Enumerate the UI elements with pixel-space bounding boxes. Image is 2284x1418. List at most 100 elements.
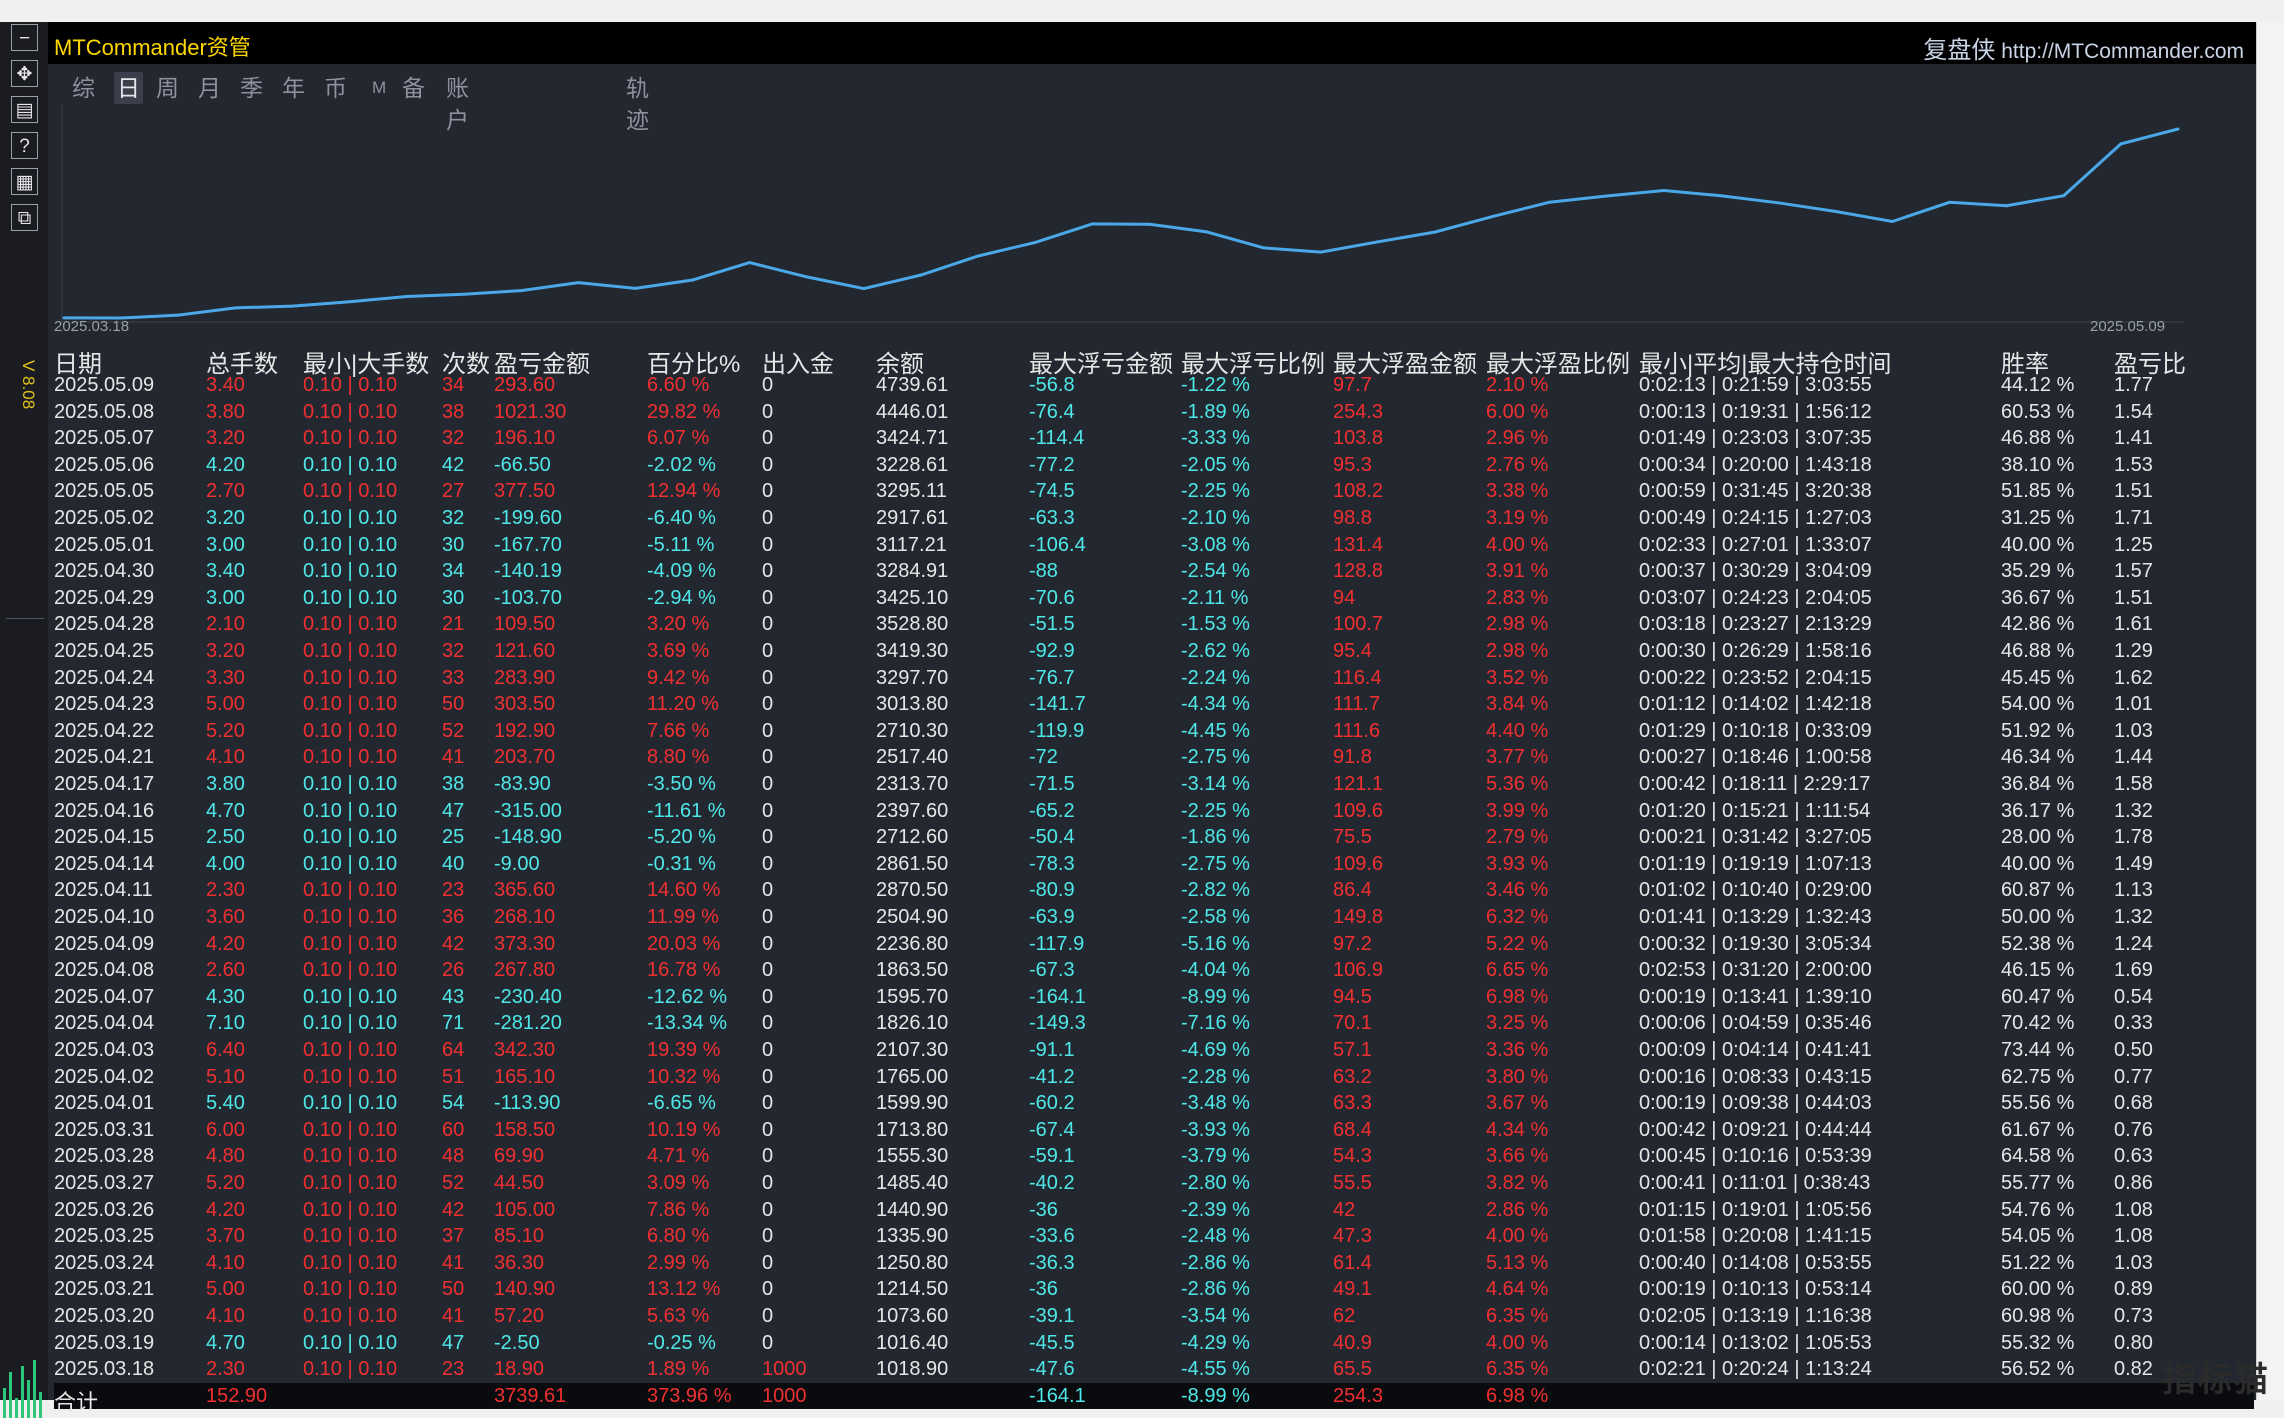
table-cell: 73.44 % xyxy=(2001,1039,2075,1061)
watermark: 指标猫 xyxy=(2162,1361,2270,1399)
list-icon[interactable]: ▤ xyxy=(11,96,38,123)
mini-bar xyxy=(21,1366,24,1418)
table-row[interactable]: 2025.03.24 4.10 0.10 | 0.10 41 36.30 2.99 % 0 1… xyxy=(54,1250,2254,1277)
table-row[interactable]: 2025.04.11 2.30 0.10 | 0.10 23 365.60 14.60 %… xyxy=(54,877,2254,904)
table-row[interactable]: 2025.04.21 4.10 0.10 | 0.10 41 203.70 8.80 % 0… xyxy=(54,744,2254,771)
table-row[interactable]: 2025.04.10 3.60 0.10 | 0.10 36 268.10 11.99 %… xyxy=(54,904,2254,931)
table-cell: -4.04 % xyxy=(1181,959,1250,982)
table-cell: -117.9 xyxy=(1029,932,1085,955)
table-row[interactable]: 2025.03.18 2.30 0.10 | 0.10 23 18.90 1.89 % 10… xyxy=(54,1356,2254,1383)
balance-point xyxy=(462,292,466,296)
table-row[interactable]: 2025.03.27 5.20 0.10 | 0.10 52 44.50 3.09 % 0 1… xyxy=(54,1170,2254,1197)
table-cell: -2.25 % xyxy=(1181,799,1250,822)
table-row[interactable]: 2025.04.02 5.10 0.10 | 0.10 51 165.10 10.32 %… xyxy=(54,1064,2254,1091)
tab-7[interactable]: M xyxy=(372,72,386,104)
table-row[interactable]: 2025.04.04 7.10 0.10 | 0.10 71 -281.20 -13.34… xyxy=(54,1010,2254,1037)
table-cell: 2397.60 xyxy=(876,799,949,822)
tab-1[interactable]: 日 xyxy=(114,72,143,104)
table-cell: 2025.04.30 xyxy=(54,560,155,583)
help-icon[interactable]: ? xyxy=(11,132,38,159)
minimize-icon[interactable]: − xyxy=(11,24,38,51)
table-row[interactable]: 2025.04.23 5.00 0.10 | 0.10 50 303.50 11.20 %… xyxy=(54,691,2254,718)
table-row[interactable]: 2025.04.07 4.30 0.10 | 0.10 43 -230.40 -12.62… xyxy=(54,984,2254,1011)
table-cell: 2025.03.21 xyxy=(54,1278,155,1301)
left-toolbar: − ✥ ▤? ▦ ⧉ V 8.08 xyxy=(0,22,49,1418)
table-cell: 2025.04.25 xyxy=(54,640,155,662)
table-row[interactable]: 2025.03.31 6.00 0.10 | 0.10 60 158.50 10.19 %… xyxy=(54,1117,2254,1144)
tab-8[interactable]: 备 xyxy=(402,72,425,104)
tab-3[interactable]: 月 xyxy=(198,72,221,104)
table-row[interactable]: 2025.04.08 2.60 0.10 | 0.10 26 267.80 16.78 %… xyxy=(54,957,2254,984)
table-row[interactable]: 2025.05.09 3.40 0.10 | 0.10 34 293.60 6.60 % 0… xyxy=(54,372,2254,399)
tab-4[interactable]: 季 xyxy=(240,72,263,104)
table-cell: 63.2 xyxy=(1333,1065,1372,1088)
tab-0[interactable]: 综 xyxy=(72,72,95,104)
table-cell: 0.10 | 0.10 xyxy=(303,1278,398,1301)
table-cell: 342.30 xyxy=(494,1039,556,1061)
table-row[interactable]: 2025.03.20 4.10 0.10 | 0.10 41 57.20 5.63 % 0 1… xyxy=(54,1303,2254,1330)
window-icon[interactable]: ⧉ xyxy=(11,204,38,231)
tab-10[interactable]: 轨迹 xyxy=(626,72,649,133)
table-row[interactable]: 2025.04.29 3.00 0.10 | 0.10 30 -103.70 -2.94 … xyxy=(54,585,2254,612)
table-cell: 0.54 xyxy=(2114,985,2153,1008)
tab-6[interactable]: 币 xyxy=(324,72,347,104)
table-cell: 45.45 % xyxy=(2001,666,2075,689)
grid-icon[interactable]: ▦ xyxy=(11,168,38,195)
table-cell: -2.05 % xyxy=(1181,453,1250,476)
balance-chart: 2025.03.18 2025.05.09 xyxy=(54,104,2202,336)
tab-5[interactable]: 年 xyxy=(282,72,305,104)
table-row[interactable]: 2025.04.30 3.40 0.10 | 0.10 34 -140.19 -4.09 … xyxy=(54,558,2254,585)
table-row[interactable]: 2025.03.19 4.70 0.10 | 0.10 47 -2.50 -0.25 % 0… xyxy=(54,1330,2254,1357)
table-row[interactable]: 2025.05.01 3.00 0.10 | 0.10 30 -167.70 -5.11 … xyxy=(54,532,2254,559)
total-cell: -164.1 xyxy=(1029,1384,1086,1407)
table-cell: 4.10 xyxy=(206,1305,245,1327)
table-cell: -88 xyxy=(1029,560,1058,583)
table-cell: 4.70 xyxy=(206,799,245,822)
table-row[interactable]: 2025.04.15 2.50 0.10 | 0.10 25 -148.90 -5.20 … xyxy=(54,824,2254,851)
tab-2[interactable]: 周 xyxy=(156,72,179,104)
table-row[interactable]: 2025.05.02 3.20 0.10 | 0.10 32 -199.60 -6.40 … xyxy=(54,505,2254,532)
table-row[interactable]: 2025.05.05 2.70 0.10 | 0.10 27 377.50 12.94 %… xyxy=(54,478,2254,505)
table-cell: 75.5 xyxy=(1333,826,1372,849)
table-row[interactable]: 2025.04.01 5.40 0.10 | 0.10 54 -113.90 -6.65 … xyxy=(54,1090,2254,1117)
table-row[interactable]: 2025.04.24 3.30 0.10 | 0.10 33 283.90 9.42 % 0… xyxy=(54,665,2254,692)
table-row[interactable]: 2025.04.09 4.20 0.10 | 0.10 42 373.30 20.03 %… xyxy=(54,931,2254,958)
table-row[interactable]: 2025.05.08 3.80 0.10 | 0.10 38 1021.30 29.82 … xyxy=(54,399,2254,426)
table-cell: 0 xyxy=(762,985,774,1008)
table-cell: 0:00:42 | 0:09:21 | 0:44:44 xyxy=(1639,1118,1872,1141)
table-cell: -0.25 % xyxy=(647,1331,716,1354)
balance-point xyxy=(1947,200,1951,204)
table-row[interactable]: 2025.04.03 6.40 0.10 | 0.10 64 342.30 19.39 %… xyxy=(54,1037,2254,1064)
move-icon[interactable]: ✥ xyxy=(11,60,38,87)
table-cell: 2025.05.06 xyxy=(54,453,155,476)
brand[interactable]: 复盘侠 http://MTCommander.com xyxy=(1923,30,2244,65)
table-cell: -119.9 xyxy=(1029,719,1085,742)
table-row[interactable]: 2025.03.28 4.80 0.10 | 0.10 48 69.90 4.71 % 0 1… xyxy=(54,1143,2254,1170)
table-row[interactable]: 2025.04.25 3.20 0.10 | 0.10 32 121.60 3.69 % 0… xyxy=(54,638,2254,665)
table-cell: 2025.04.16 xyxy=(54,799,155,822)
table-row[interactable]: 2025.04.28 2.10 0.10 | 0.10 21 109.50 3.20 % 0… xyxy=(54,611,2254,638)
brand-url[interactable]: http://MTCommander.com xyxy=(2001,40,2244,63)
table-row[interactable]: 2025.04.22 5.20 0.10 | 0.10 52 192.90 7.66 % 0… xyxy=(54,718,2254,745)
table-cell: 0.10 | 0.10 xyxy=(303,1198,398,1221)
table-cell: 2025.03.26 xyxy=(54,1198,155,1221)
table-cell: 4.71 % xyxy=(647,1145,710,1168)
table-row[interactable]: 2025.05.06 4.20 0.10 | 0.10 42 -66.50 -2.02 %… xyxy=(54,452,2254,479)
table-row[interactable]: 2025.04.14 4.00 0.10 | 0.10 40 -9.00 -0.31 % 0… xyxy=(54,851,2254,878)
table-cell: 1.44 xyxy=(2114,746,2153,769)
tab-9[interactable]: 账户 xyxy=(446,72,469,133)
table-row[interactable]: 2025.04.17 3.80 0.10 | 0.10 38 -83.90 -3.50 %… xyxy=(54,771,2254,798)
table-cell: -4.55 % xyxy=(1181,1358,1250,1381)
table-row[interactable]: 2025.03.26 4.20 0.10 | 0.10 42 105.00 7.86 % 0… xyxy=(54,1197,2254,1224)
table-row[interactable]: 2025.04.16 4.70 0.10 | 0.10 47 -315.00 -11.61… xyxy=(54,798,2254,825)
table-cell: 50.00 % xyxy=(2001,906,2075,928)
balance-point xyxy=(2176,127,2180,131)
table-cell: 0:03:18 | 0:23:27 | 2:13:29 xyxy=(1639,613,1872,636)
table-row[interactable]: 2025.03.21 5.00 0.10 | 0.10 50 140.90 13.12 %… xyxy=(54,1276,2254,1303)
table-cell: 0:01:58 | 0:20:08 | 1:41:15 xyxy=(1639,1225,1872,1248)
table-row[interactable]: 2025.03.25 3.70 0.10 | 0.10 37 85.10 6.80 % 0 1… xyxy=(54,1223,2254,1250)
table-cell: 0.89 xyxy=(2114,1278,2153,1301)
table-cell: 34 xyxy=(442,560,465,583)
table-cell: 4739.61 xyxy=(876,374,949,396)
table-row[interactable]: 2025.05.07 3.20 0.10 | 0.10 32 196.10 6.07 % 0… xyxy=(54,425,2254,452)
